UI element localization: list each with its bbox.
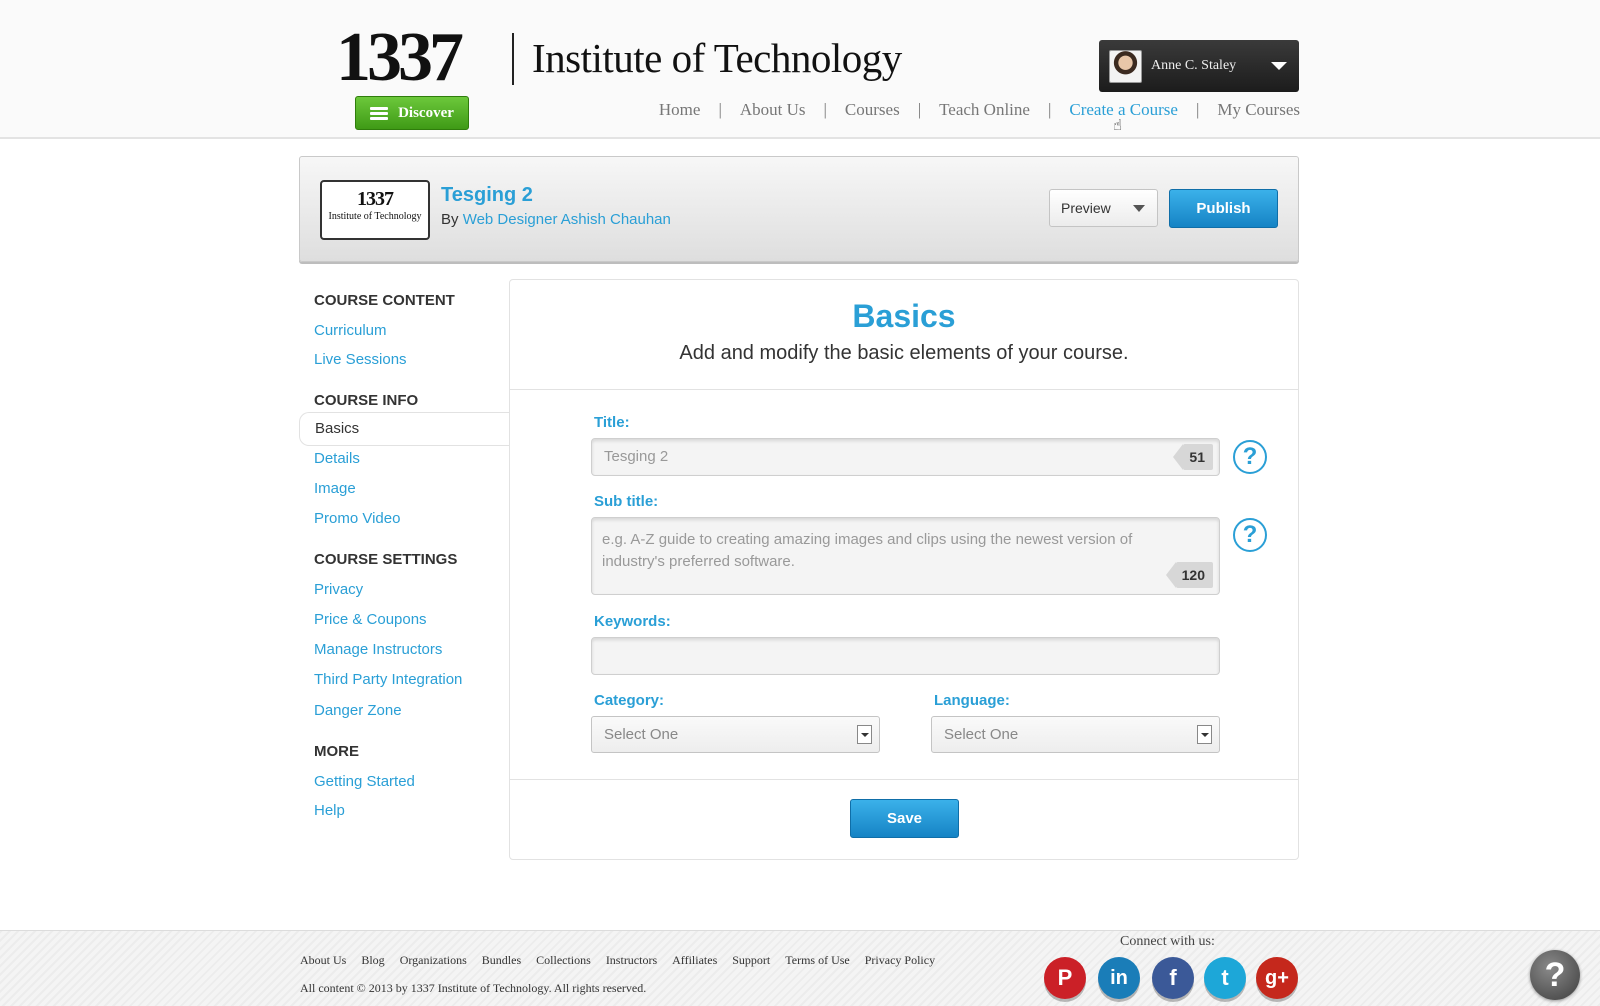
sidebar-item-manage-instructors[interactable]: Manage Instructors bbox=[314, 641, 442, 658]
copyright: All content © 2013 by 1337 Institute of … bbox=[300, 981, 647, 995]
page-subtitle: Add and modify the basic elements of you… bbox=[679, 342, 1129, 364]
dropdown-arrow-icon bbox=[1197, 725, 1212, 744]
page-title: Basics bbox=[852, 298, 956, 334]
nav-separator: | bbox=[823, 100, 827, 119]
help-fab-icon[interactable]: ? bbox=[1530, 950, 1580, 1000]
sidebar-item-danger-zone[interactable]: Danger Zone bbox=[314, 702, 402, 719]
menu-icon bbox=[370, 106, 389, 120]
discover-button[interactable]: Discover bbox=[355, 96, 469, 130]
discover-label: Discover bbox=[398, 104, 454, 121]
sidebar-item-promo-video[interactable]: Promo Video bbox=[314, 510, 400, 527]
title-label: Title: bbox=[594, 414, 630, 431]
footer-link-about-us[interactable]: About Us bbox=[300, 953, 346, 968]
nav-my-courses[interactable]: My Courses bbox=[1217, 100, 1300, 120]
divider bbox=[510, 389, 1298, 390]
sidebar-item-getting-started[interactable]: Getting Started bbox=[314, 773, 415, 790]
nav-separator: | bbox=[1047, 100, 1052, 119]
top-nav: Home | About Us | Courses | Teach Online… bbox=[659, 100, 1300, 120]
sidebar-item-privacy[interactable]: Privacy bbox=[314, 581, 363, 598]
logo-name[interactable]: Institute of Technology bbox=[532, 34, 902, 82]
sidebar-item-price-coupons[interactable]: Price & Coupons bbox=[314, 611, 427, 628]
sidebar-item-third-party-integration[interactable]: Third Party Integration bbox=[314, 671, 462, 688]
course-title[interactable]: Tesging 2 bbox=[441, 184, 533, 207]
nav-courses[interactable]: Courses bbox=[845, 100, 900, 120]
sidebar-heading-course-info: COURSE INFO bbox=[314, 392, 419, 409]
user-name: Anne C. Staley bbox=[1151, 58, 1237, 73]
language-select[interactable]: Select One bbox=[931, 716, 1220, 753]
language-label: Language: bbox=[934, 692, 1010, 709]
sidebar-item-image[interactable]: Image bbox=[314, 480, 356, 497]
nav-create-a-course[interactable]: Create a Course bbox=[1069, 100, 1178, 120]
basics-panel: Basics Add and modify the basic elements… bbox=[509, 279, 1299, 860]
site-footer: About Us Blog Organizations Bundles Coll… bbox=[0, 930, 1600, 1006]
nav-home[interactable]: Home bbox=[659, 100, 701, 120]
thumb-name: Institute of Technology bbox=[328, 211, 422, 222]
linkedin-icon[interactable]: in bbox=[1098, 957, 1140, 999]
footer-link-organizations[interactable]: Organizations bbox=[400, 953, 467, 968]
sidebar-heading-course-content: COURSE CONTENT bbox=[314, 292, 455, 309]
course-header-bar: 1337 Institute of Technology Tesging 2 B… bbox=[299, 156, 1299, 262]
facebook-icon[interactable]: f bbox=[1152, 957, 1194, 999]
pinterest-icon[interactable]: P bbox=[1044, 957, 1086, 999]
footer-link-support[interactable]: Support bbox=[732, 953, 770, 968]
sidebar-heading-more: MORE bbox=[314, 743, 359, 760]
chevron-down-icon bbox=[1133, 205, 1145, 212]
sidebar-item-basics[interactable]: Basics bbox=[299, 412, 509, 446]
footer-link-terms-of-use[interactable]: Terms of Use bbox=[785, 953, 849, 968]
footer-link-privacy-policy[interactable]: Privacy Policy bbox=[865, 953, 935, 968]
title-help-icon[interactable]: ? bbox=[1233, 440, 1267, 474]
user-menu[interactable]: Anne C. Staley bbox=[1099, 40, 1299, 92]
footer-link-affiliates[interactable]: Affiliates bbox=[672, 953, 717, 968]
language-selected: Select One bbox=[944, 726, 1019, 743]
site-header: 1337 Institute of Technology Discover An… bbox=[0, 0, 1600, 139]
footer-link-collections[interactable]: Collections bbox=[536, 953, 591, 968]
sidebar-item-details[interactable]: Details bbox=[314, 450, 360, 467]
preview-dropdown[interactable]: Preview bbox=[1049, 189, 1158, 227]
avatar bbox=[1109, 49, 1142, 83]
subtitle-char-counter: 120 bbox=[1165, 562, 1213, 588]
nav-teach-online[interactable]: Teach Online bbox=[939, 100, 1030, 120]
publish-button[interactable]: Publish bbox=[1169, 189, 1278, 228]
nav-separator: | bbox=[917, 100, 922, 119]
footer-links: About Us Blog Organizations Bundles Coll… bbox=[300, 953, 950, 968]
divider bbox=[510, 779, 1298, 780]
twitter-icon[interactable]: t bbox=[1204, 957, 1246, 999]
nav-separator: | bbox=[1195, 100, 1200, 119]
hand-cursor-icon: ☝ bbox=[1113, 117, 1123, 134]
preview-label: Preview bbox=[1061, 200, 1111, 216]
logo-number[interactable]: 1337 bbox=[336, 18, 464, 98]
footer-link-instructors[interactable]: Instructors bbox=[606, 953, 657, 968]
nav-separator: | bbox=[718, 100, 722, 119]
category-selected: Select One bbox=[604, 726, 679, 743]
category-select[interactable]: Select One bbox=[591, 716, 880, 753]
subtitle-textarea[interactable]: e.g. A-Z guide to creating amazing image… bbox=[591, 517, 1220, 595]
category-label: Category: bbox=[594, 692, 665, 709]
footer-link-blog[interactable]: Blog bbox=[361, 953, 384, 968]
thumb-number: 1337 bbox=[357, 188, 394, 210]
nav-about-us[interactable]: About Us bbox=[740, 100, 806, 120]
google-plus-icon[interactable]: g+ bbox=[1256, 957, 1298, 999]
title-value: Tesging 2 bbox=[604, 448, 669, 465]
sidebar-item-live-sessions[interactable]: Live Sessions bbox=[314, 351, 407, 368]
author-link[interactable]: Web Designer Ashish Chauhan bbox=[463, 211, 671, 228]
keywords-input[interactable] bbox=[591, 637, 1220, 675]
sidebar-item-curriculum[interactable]: Curriculum bbox=[314, 322, 387, 339]
save-button[interactable]: Save bbox=[850, 799, 959, 838]
sidebar-heading-course-settings: COURSE SETTINGS bbox=[314, 551, 458, 568]
subtitle-placeholder: e.g. A-Z guide to creating amazing image… bbox=[602, 531, 1133, 570]
course-author: By Web Designer Ashish Chauhan bbox=[441, 211, 671, 228]
chevron-down-icon bbox=[1271, 62, 1287, 70]
sidebar-item-help[interactable]: Help bbox=[314, 802, 345, 819]
by-prefix: By bbox=[441, 211, 459, 228]
connect-label: Connect with us: bbox=[1120, 934, 1215, 949]
keywords-label: Keywords: bbox=[594, 613, 671, 630]
subtitle-label: Sub title: bbox=[594, 493, 659, 510]
dropdown-arrow-icon bbox=[857, 725, 872, 744]
title-input[interactable]: Tesging 2 51 bbox=[591, 438, 1220, 476]
footer-link-bundles[interactable]: Bundles bbox=[482, 953, 521, 968]
logo-divider bbox=[512, 33, 514, 85]
subtitle-help-icon[interactable]: ? bbox=[1233, 518, 1267, 552]
course-thumbnail: 1337 Institute of Technology bbox=[320, 180, 430, 240]
title-char-counter: 51 bbox=[1173, 444, 1213, 470]
